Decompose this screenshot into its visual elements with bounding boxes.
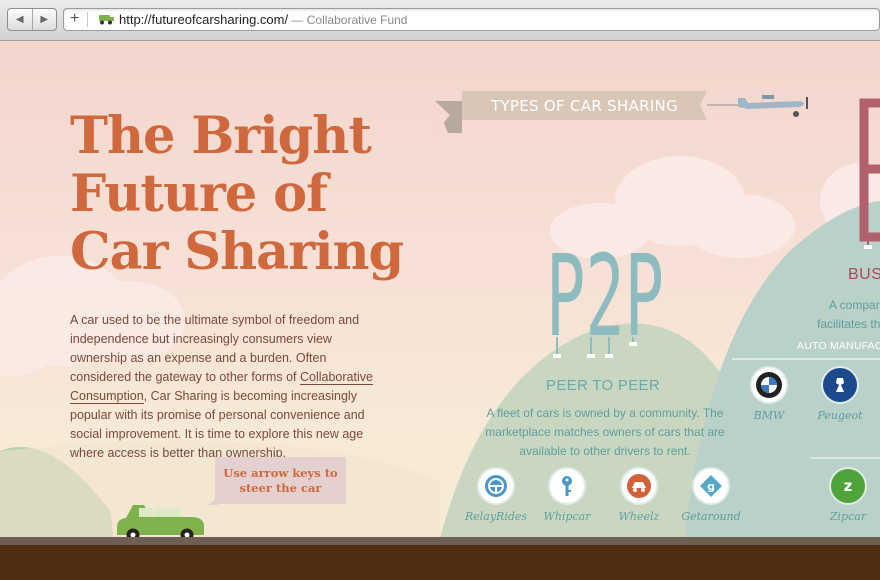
p2p-big-letters: P2P xyxy=(546,232,664,362)
business-heading: BUSIN xyxy=(848,266,880,283)
service-getaround[interactable]: g Getaround xyxy=(671,469,751,523)
service-label: Whipcar xyxy=(543,510,591,523)
service-wheelz[interactable]: Wheelz xyxy=(599,469,679,523)
zipcar-logo-icon: z xyxy=(831,469,865,503)
brand-peugeot[interactable]: Peugeot xyxy=(800,368,880,422)
road-edge xyxy=(0,537,880,545)
svg-text:z: z xyxy=(844,477,853,495)
svg-text:g: g xyxy=(707,480,715,493)
service-label: Wheelz xyxy=(618,510,660,523)
title-line-3: Car Sharing xyxy=(70,222,404,282)
brand-bmw[interactable]: BMW xyxy=(729,368,809,422)
business-desc-line-2: facilitates the xyxy=(817,317,880,331)
business-description: A compan facilitates the xyxy=(800,296,880,334)
brand-zipcar[interactable]: z Zipcar xyxy=(808,469,880,523)
site-favicon-icon xyxy=(99,15,114,25)
page-title-suffix: — Collaborative Fund xyxy=(288,13,408,27)
peer-to-peer-heading: PEER TO PEER xyxy=(546,377,660,394)
service-whipcar[interactable]: Whipcar xyxy=(527,469,607,523)
nav-buttons: ◀ ▶ xyxy=(7,8,57,31)
add-bookmark-icon[interactable]: + xyxy=(70,10,79,28)
brand-label: Peugeot xyxy=(817,409,863,422)
address-divider xyxy=(87,12,88,27)
brand-label: BMW xyxy=(753,409,785,422)
service-label: Getaround xyxy=(681,510,741,523)
car-wheel-icon xyxy=(622,469,656,503)
peugeot-logo-icon xyxy=(823,368,857,402)
bmw-logo-icon xyxy=(752,368,786,402)
peer-to-peer-description: A fleet of cars is owned by a community.… xyxy=(485,406,725,458)
arrow-keys-hint: Use arrow keys to steer the car xyxy=(215,457,346,504)
airplane-icon xyxy=(738,95,808,117)
url-text: http://futureofcarsharing.com/ — Collabo… xyxy=(119,12,407,27)
service-relayrides[interactable]: RelayRides xyxy=(456,469,536,523)
forward-arrow-icon[interactable]: ▶ xyxy=(31,9,57,30)
service-label: RelayRides xyxy=(464,510,528,523)
auto-manufacturers-label: AUTO MANUFACTURERS xyxy=(797,340,880,352)
title-line-1: The Bright xyxy=(70,106,372,166)
intro-paragraph: A car used to be the ultimate symbol of … xyxy=(70,311,390,463)
title-line-2: Future of xyxy=(70,164,328,224)
url-value: http://futureofcarsharing.com/ xyxy=(119,12,289,27)
address-bar[interactable]: + http://futureofcarsharing.com/ — Colla… xyxy=(63,8,880,31)
business-desc-line-1: A compan xyxy=(829,298,880,312)
key-icon xyxy=(550,469,584,503)
getaround-icon: g xyxy=(694,469,728,503)
ground xyxy=(0,545,880,580)
brand-label: Zipcar xyxy=(829,510,867,523)
types-ribbon-label: TYPES OF CAR SHARING xyxy=(490,96,679,115)
page-canvas: P2P The Bright Future of Car Sharing A c… xyxy=(0,41,880,580)
svg-text:P2P: P2P xyxy=(546,232,664,362)
back-arrow-icon[interactable]: ◀ xyxy=(8,9,32,30)
page-title: The Bright Future of Car Sharing xyxy=(70,107,450,281)
steering-wheel-icon xyxy=(479,469,513,503)
browser-toolbar: ◀ ▶ + http://futureofcarsharing.com/ — C… xyxy=(0,0,880,41)
